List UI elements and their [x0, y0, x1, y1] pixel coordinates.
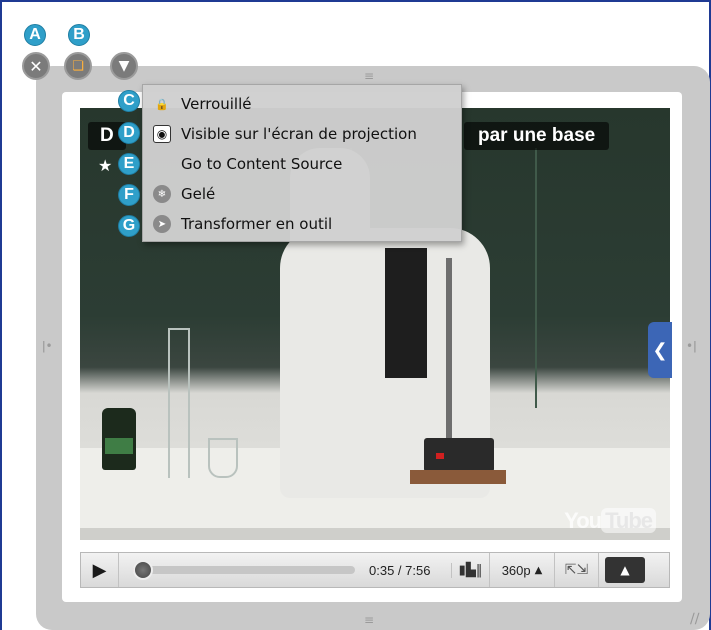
context-menu: 🔒 Verrouillé ◉ Visible sur l'écran de pr… [142, 84, 462, 242]
menu-item-locked[interactable]: 🔒 Verrouillé [143, 89, 461, 119]
menu-dropdown-button[interactable]: ▼ [110, 52, 138, 80]
top-drag-handle[interactable]: ≡ [364, 70, 374, 82]
menu-item-visible-on-projection[interactable]: ◉ Visible sur l'écran de projection [143, 119, 461, 149]
video-title-right: par une base [464, 122, 610, 150]
menu-item-transform-to-tool[interactable]: ➤ Transformer en outil [143, 209, 461, 239]
stirrer-light [436, 453, 444, 459]
callout-e: E [118, 153, 140, 175]
person-shirt [385, 248, 427, 378]
clone-button[interactable]: ❏ [64, 52, 92, 80]
youtube-logo-tube: Tube [601, 508, 656, 533]
fullscreen-button[interactable]: ⇱⇲ [555, 553, 599, 587]
side-panel-toggle[interactable]: ❮ [648, 322, 672, 378]
chevron-left-icon: ❮ [652, 339, 668, 361]
erlenmeyer-flask [208, 438, 238, 478]
expand-player-button[interactable]: ▲ [605, 557, 645, 583]
tool-icon: ➤ [153, 215, 171, 233]
left-resize-handle[interactable]: ǀ• [42, 340, 53, 352]
triangle-up-icon: ▲ [620, 563, 630, 577]
play-button[interactable]: ▶ [81, 553, 119, 587]
callout-c: C [118, 90, 140, 112]
scrub-handle[interactable] [133, 560, 154, 580]
menu-item-label: Verrouillé [181, 95, 252, 113]
menu-item-go-to-content-source[interactable]: Go to Content Source [143, 149, 461, 179]
right-resize-handle[interactable]: •ǀ [686, 340, 697, 352]
volume-button[interactable]: ▮▙‖ [451, 562, 489, 578]
burette-stand [446, 258, 452, 458]
menu-item-label: Transformer en outil [181, 215, 333, 233]
time-display: 0:35 / 7:56 [369, 562, 431, 578]
menu-item-label: Gelé [181, 185, 216, 203]
menu-item-label: Visible sur l'écran de projection [181, 125, 417, 143]
play-icon: ▶ [92, 559, 107, 581]
fullscreen-icon: ⇱⇲ [564, 562, 589, 578]
callout-d: D [118, 122, 140, 144]
eye-icon: ◉ [153, 125, 171, 143]
volume-icon: ▮▙‖ [458, 562, 483, 578]
wooden-plate [410, 470, 506, 484]
blackboard-line [535, 148, 537, 408]
progress-track [133, 566, 355, 574]
magnetic-stirrer [424, 438, 494, 472]
callout-g: G [118, 215, 140, 237]
callout-b: B [68, 24, 90, 46]
player-control-bar: ▶ 0:35 / 7:56 ▮▙‖ 360p ▲ ⇱⇲ ▲ [80, 552, 670, 588]
corner-resize-handle[interactable]: ∕∕ [690, 612, 699, 626]
quality-label: 360p [501, 562, 531, 578]
callout-f: F [118, 184, 140, 206]
snowflake-icon: ❄ [153, 185, 171, 203]
quality-button[interactable]: 360p ▲ [489, 553, 555, 587]
menu-item-frozen[interactable]: ❄ Gelé [143, 179, 461, 209]
bottom-drag-handle[interactable]: ≡ [364, 614, 374, 626]
callout-a: A [24, 24, 46, 46]
youtube-logo[interactable]: You Tube [564, 508, 656, 534]
clone-icon: ❏ [72, 58, 84, 74]
close-button[interactable]: ✕ [22, 52, 50, 80]
star-icon[interactable]: ★ [98, 156, 112, 175]
graduated-cylinder [168, 328, 190, 478]
menu-item-label: Go to Content Source [181, 155, 343, 173]
caret-up-icon: ▲ [534, 564, 543, 576]
close-icon: ✕ [29, 56, 43, 76]
chevron-down-icon: ▼ [118, 58, 130, 74]
youtube-logo-you: You [564, 508, 602, 533]
lock-icon: 🔒 [155, 97, 169, 111]
progress-bar[interactable] [133, 553, 355, 587]
bottle-label [105, 438, 133, 454]
